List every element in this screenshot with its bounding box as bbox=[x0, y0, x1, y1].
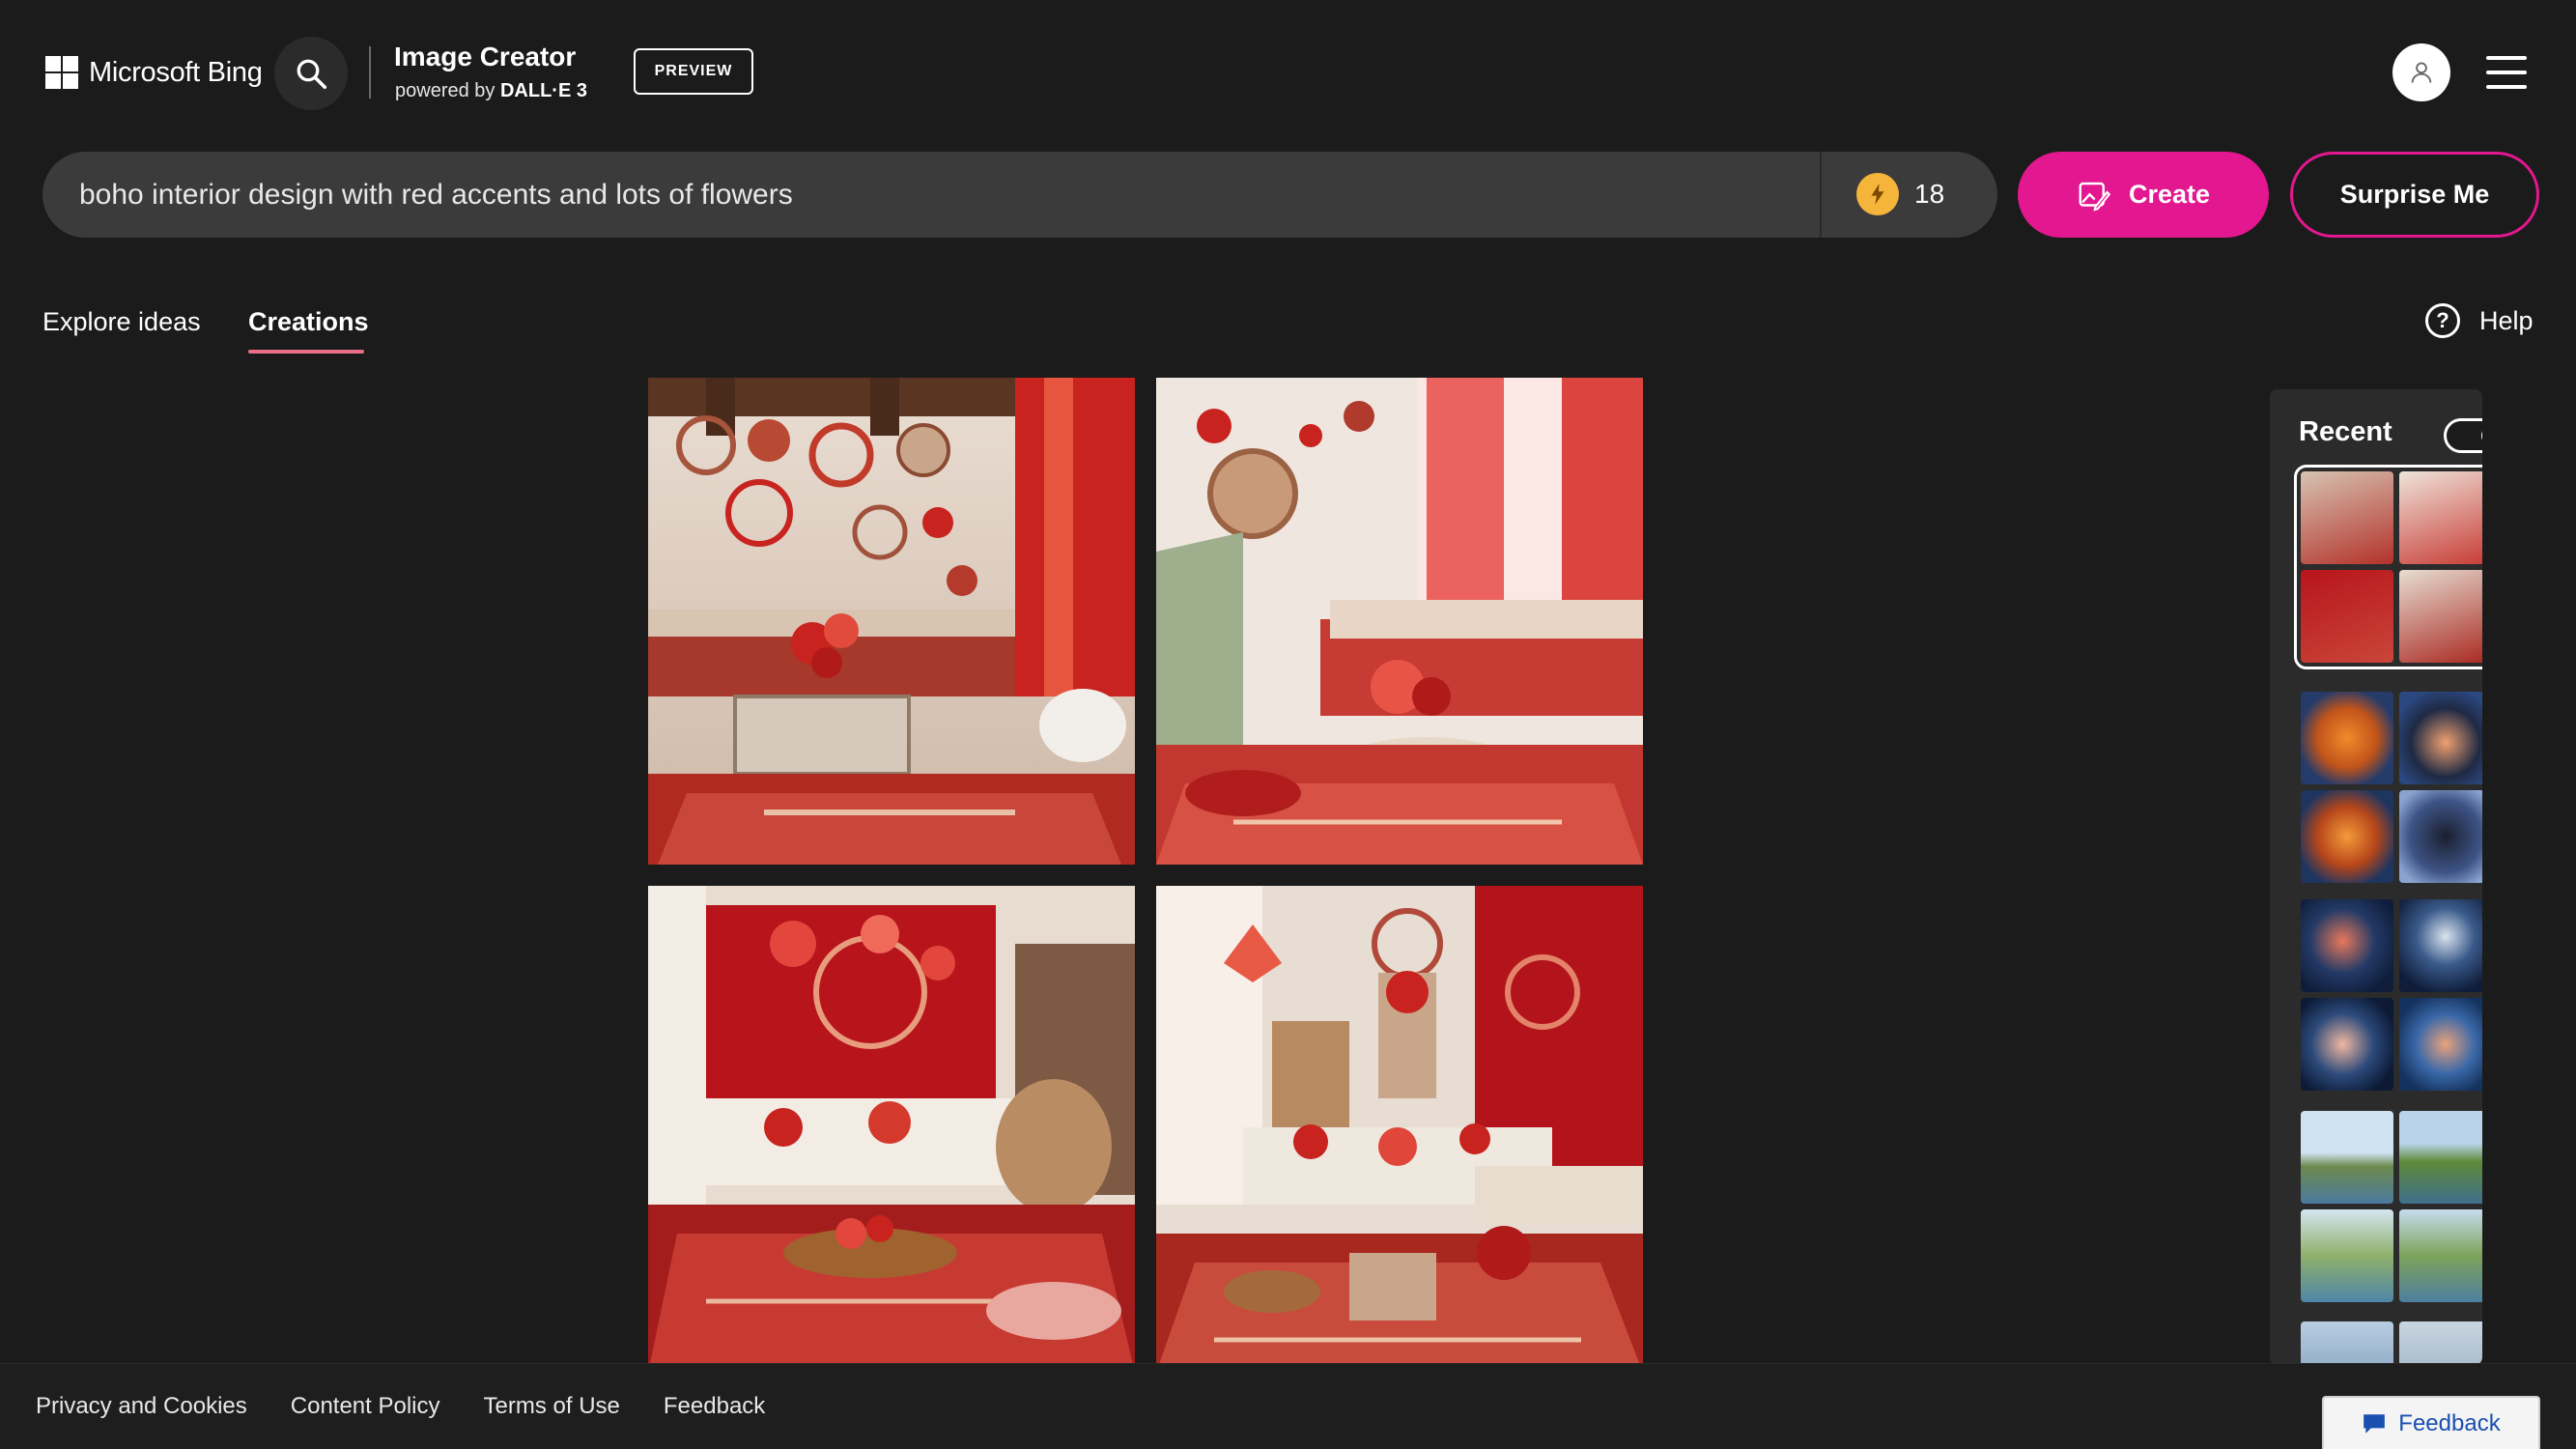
boost-count: 18 bbox=[1914, 179, 1945, 209]
thumbnail bbox=[2301, 1111, 2393, 1204]
help-link[interactable]: ? Help bbox=[2425, 303, 2534, 338]
question-icon: ? bbox=[2425, 303, 2460, 338]
create-image-icon bbox=[2079, 182, 2111, 211]
footer-link-terms[interactable]: Terms of Use bbox=[484, 1393, 620, 1420]
footer-link-feedback[interactable]: Feedback bbox=[664, 1393, 765, 1420]
recent-title: Recent bbox=[2299, 416, 2392, 447]
thumbnail bbox=[2399, 692, 2482, 784]
thumbnail bbox=[2301, 790, 2393, 883]
thumbnail bbox=[2399, 899, 2482, 992]
create-label: Create bbox=[2128, 180, 2211, 209]
subtitle-model: DALL·E 3 bbox=[499, 80, 587, 101]
generated-image-3[interactable] bbox=[648, 886, 1135, 1373]
account-avatar-button[interactable] bbox=[2392, 43, 2450, 101]
generated-image-4[interactable] bbox=[1156, 886, 1643, 1373]
bing-logo[interactable]: Microsoft Bing bbox=[45, 56, 263, 89]
footer-links: Privacy and Cookies Content Policy Terms… bbox=[36, 1393, 765, 1420]
recent-creation-boho[interactable] bbox=[2294, 465, 2482, 669]
thumbnail bbox=[2399, 998, 2482, 1091]
tab-creations[interactable]: Creations bbox=[248, 307, 369, 337]
menu-icon[interactable] bbox=[2486, 56, 2527, 89]
search-button[interactable] bbox=[274, 37, 348, 110]
boho-room-image bbox=[1156, 886, 1643, 1373]
thumbnail bbox=[2301, 1209, 2393, 1302]
recent-creation-underwater[interactable] bbox=[2301, 899, 2482, 1091]
footer-link-content-policy[interactable]: Content Policy bbox=[291, 1393, 440, 1420]
thumbnail bbox=[2399, 790, 2482, 883]
logo-text: Microsoft Bing bbox=[89, 56, 263, 88]
thumbnail bbox=[2399, 570, 2482, 663]
subtitle-prefix: powered by bbox=[395, 80, 495, 101]
page-subtitle: powered by DALL·E 3 bbox=[395, 80, 587, 102]
recent-creation-partial[interactable] bbox=[2301, 1321, 2482, 1365]
prompt-input[interactable] bbox=[79, 152, 1837, 238]
help-label: Help bbox=[2479, 305, 2534, 335]
boho-room-image bbox=[648, 886, 1135, 1373]
thumbnail bbox=[2301, 899, 2393, 992]
active-tab-indicator bbox=[248, 350, 364, 354]
generated-image-1[interactable] bbox=[648, 378, 1135, 865]
surprise-me-button[interactable]: Surprise Me bbox=[2290, 152, 2539, 238]
prompt-divider bbox=[1820, 152, 1822, 238]
thumbnail bbox=[2399, 1111, 2482, 1204]
search-icon bbox=[297, 59, 327, 90]
recent-panel: Recent bbox=[2270, 389, 2482, 1365]
generated-image-2[interactable] bbox=[1156, 378, 1643, 865]
recent-creation-landscape[interactable] bbox=[2301, 1111, 2482, 1302]
thumbnail bbox=[2301, 570, 2393, 663]
boost-counter[interactable]: 18 bbox=[1856, 173, 1944, 215]
lightning-icon bbox=[1856, 173, 1899, 215]
header-divider bbox=[369, 46, 371, 99]
footer-link-privacy[interactable]: Privacy and Cookies bbox=[36, 1393, 247, 1420]
preview-badge: PREVIEW bbox=[634, 48, 753, 95]
boho-room-image bbox=[648, 378, 1135, 865]
thumbnail bbox=[2301, 1321, 2393, 1365]
prompt-bar: 18 bbox=[42, 152, 1997, 238]
thumbnail bbox=[2301, 692, 2393, 784]
tab-explore-ideas[interactable]: Explore ideas bbox=[42, 307, 201, 337]
thumbnail bbox=[2399, 1209, 2482, 1302]
page-title[interactable]: Image Creator bbox=[394, 42, 576, 72]
recent-creation-cubes[interactable] bbox=[2301, 692, 2482, 883]
thumbnail bbox=[2301, 471, 2393, 564]
recent-toggle[interactable] bbox=[2444, 418, 2482, 453]
boho-room-image bbox=[1156, 378, 1643, 865]
chat-bubble-icon bbox=[2364, 1413, 2386, 1434]
feedback-button[interactable]: Feedback bbox=[2322, 1396, 2540, 1449]
user-icon bbox=[2411, 62, 2432, 83]
toggle-knob bbox=[2481, 425, 2482, 446]
thumbnail bbox=[2399, 471, 2482, 564]
feedback-label: Feedback bbox=[2398, 1409, 2501, 1436]
create-button[interactable]: Create bbox=[2018, 152, 2269, 238]
thumbnail bbox=[2399, 1321, 2482, 1365]
microsoft-logo-icon bbox=[45, 56, 78, 89]
thumbnail bbox=[2301, 998, 2393, 1091]
footer: Privacy and Cookies Content Policy Terms… bbox=[0, 1363, 2576, 1449]
